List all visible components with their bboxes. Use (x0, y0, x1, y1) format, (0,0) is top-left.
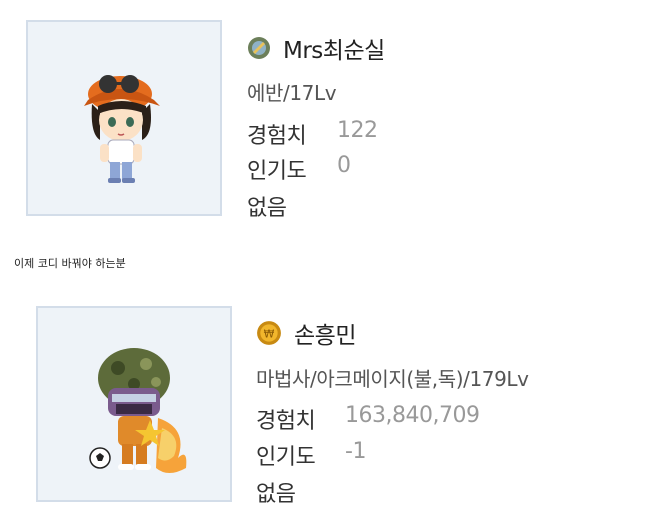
fame-value: -1 (345, 439, 366, 464)
character-name-row: ₩ 손흥민 (256, 316, 356, 350)
guild-value: 없음 (256, 482, 296, 507)
exp-value: 163,840,709 (345, 403, 480, 428)
svg-text:₩: ₩ (264, 327, 275, 340)
character-name: Mrs최순실 (283, 38, 385, 64)
character-name: 손흥민 (294, 323, 356, 349)
exp-label: 경험치 (247, 124, 307, 149)
fame-value: 0 (337, 153, 351, 178)
character-job-level: 에반/17Lv (247, 81, 337, 105)
character-name-row: Mrs최순실 (247, 31, 385, 65)
fame-label: 인기도 (256, 445, 316, 470)
gold-coin-world-icon: ₩ (257, 321, 281, 345)
fame-label: 인기도 (247, 159, 307, 184)
exp-row: 경험치 122 (247, 118, 378, 150)
post-caption: 이제 코디 바꿔야 하는분 (14, 257, 126, 270)
character-avatar-image (84, 75, 160, 183)
character-avatar-frame (26, 20, 222, 216)
character-avatar-frame (36, 306, 232, 502)
fame-row: 인기도 -1 (256, 439, 366, 471)
character-avatar-image (89, 348, 187, 473)
fame-row: 인기도 0 (247, 153, 351, 185)
exp-row: 경험치 163,840,709 (256, 403, 480, 435)
exp-label: 경험치 (256, 409, 316, 434)
character-job-level: 마법사/아크메이지(불,독)/179Lv (256, 367, 529, 391)
guild-value: 없음 (247, 196, 287, 221)
reboot-world-icon (248, 37, 270, 59)
exp-value: 122 (337, 118, 378, 143)
